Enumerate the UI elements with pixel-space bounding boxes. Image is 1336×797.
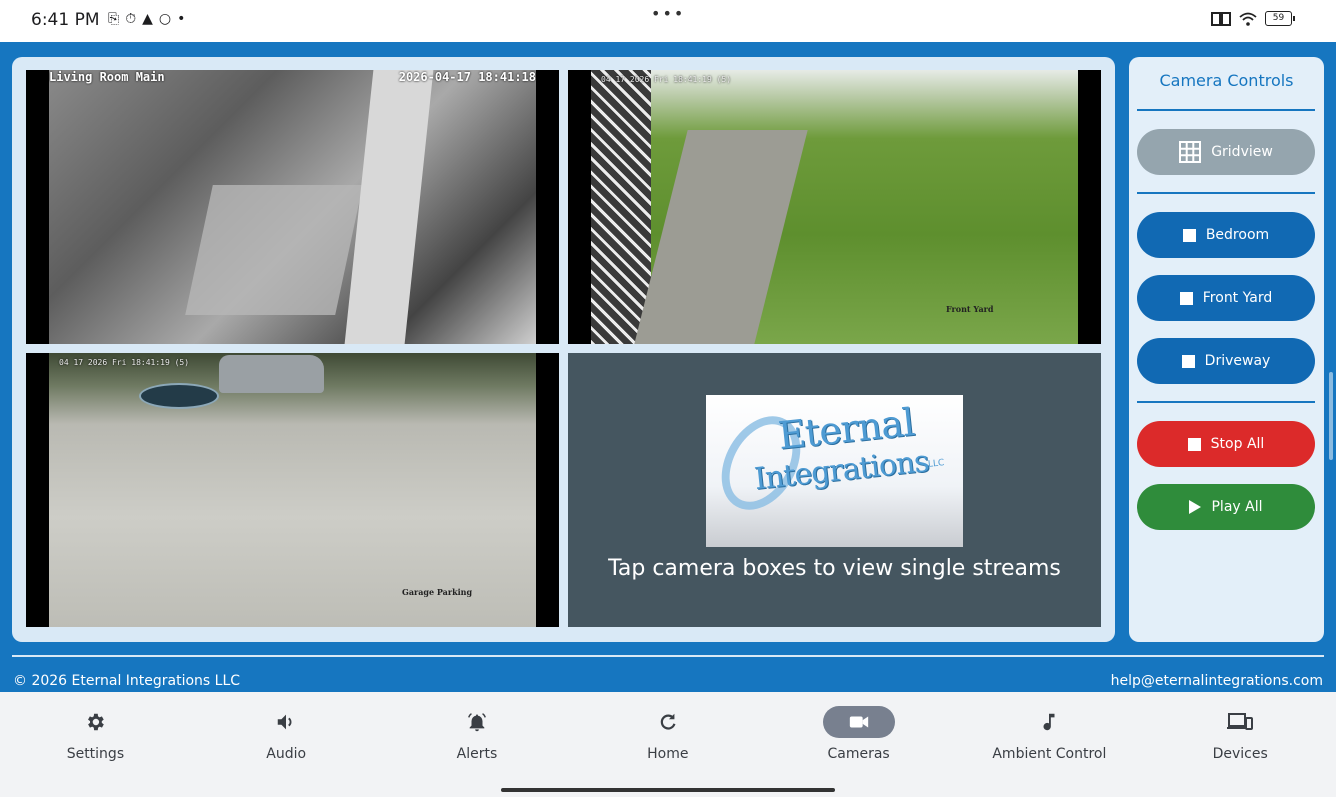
nav-item-home[interactable]: Home [572, 692, 763, 772]
stop-square-icon [1187, 437, 1201, 451]
front-yard-button[interactable]: Front Yard [1137, 275, 1315, 321]
gridview-label: Gridview [1211, 144, 1273, 160]
nav-label: Alerts [456, 746, 498, 762]
grid-icon [1179, 141, 1202, 163]
stop-all-button[interactable]: Stop All [1137, 421, 1315, 467]
driveway-button[interactable]: Driveway [1137, 338, 1315, 384]
status-right: 59 [1211, 11, 1295, 26]
nav-label: Home [647, 746, 689, 762]
camera-timestamp: 04 17 2026 Fri 18:41:19 (5) [59, 358, 190, 367]
clock: 6:41 PM [31, 10, 100, 30]
nav-item-settings[interactable]: Settings [0, 692, 191, 772]
music-note-icon [1013, 706, 1085, 738]
camera-tile-front-yard[interactable]: 04 17 2026 Fri 18:41:19 (5) Front Yard [568, 70, 1101, 344]
status-bar: 6:41 PM ⎘ ⏱ ▲ ○ • ••• 59 [0, 0, 1336, 42]
keyhole-icon: ▲ [142, 11, 153, 27]
wifi-icon [1239, 12, 1257, 26]
camera-feed-garage: 04 17 2026 Fri 18:41:19 (5) Garage Parki… [49, 353, 536, 627]
sync-icon: ○ [158, 11, 172, 27]
stop-square-icon [1179, 291, 1193, 305]
divider [1137, 109, 1315, 111]
nav-label: Audio [266, 746, 307, 762]
bell-icon [441, 706, 513, 738]
hint-text: Tap camera boxes to view single streams [608, 556, 1061, 581]
video-camera-icon [822, 706, 895, 738]
nav-item-alerts[interactable]: Alerts [382, 692, 573, 772]
bedroom-button[interactable]: Bedroom [1137, 212, 1315, 258]
play-all-button[interactable]: Play All [1137, 484, 1315, 530]
gesture-home-bar[interactable] [501, 788, 835, 792]
camera-timestamp: 2026-04-17 18:41:18 [398, 70, 536, 84]
scrollbar[interactable] [1329, 372, 1333, 460]
camera-grid: Living Room Main 2026-04-17 18:41:18 04 … [12, 57, 1115, 642]
nav-label: Devices [1212, 746, 1268, 762]
stop-square-icon [1181, 354, 1195, 368]
camera-label: Front Yard [946, 304, 994, 314]
timer-icon: ⏱ [125, 11, 137, 27]
stop-all-label: Stop All [1210, 436, 1265, 452]
nav-item-cameras[interactable]: Cameras [763, 692, 954, 772]
panel-title: Camera Controls [1159, 71, 1294, 90]
feed-detail [344, 70, 434, 344]
app-area: Living Room Main 2026-04-17 18:41:18 04 … [0, 42, 1336, 692]
gridview-button[interactable]: Gridview [1137, 129, 1315, 175]
feed-detail [634, 130, 808, 344]
camera-controls-panel: Camera Controls Gridview Bedroom Front Y… [1129, 57, 1324, 642]
speaker-icon [250, 706, 322, 738]
feed-detail [185, 185, 363, 315]
bottom-nav: Settings Audio Alerts Home Cameras Ambie… [0, 692, 1336, 797]
dual-screen-icon [1211, 11, 1231, 26]
stop-square-icon [1182, 228, 1196, 242]
camera-tile-garage[interactable]: 04 17 2026 Fri 18:41:19 (5) Garage Parki… [26, 353, 559, 627]
divider [1137, 401, 1315, 403]
bedroom-label: Bedroom [1205, 227, 1270, 243]
nav-label: Ambient Control [992, 746, 1107, 762]
logo-text: LLC [927, 458, 945, 470]
dot-icon: • [177, 11, 186, 27]
copyright: © 2026 Eternal Integrations LLC [13, 673, 241, 689]
company-logo: Eternal Integrations LLC [705, 395, 963, 547]
camera-feed-living-room: Living Room Main 2026-04-17 18:41:18 [49, 70, 536, 344]
refresh-icon [632, 706, 704, 738]
nav-item-audio[interactable]: Audio [191, 692, 382, 772]
camera-label: Garage Parking [402, 587, 473, 597]
camera-tile-living-room[interactable]: Living Room Main 2026-04-17 18:41:18 [26, 70, 559, 344]
nav-label: Settings [66, 746, 125, 762]
play-icon [1189, 500, 1202, 514]
feed-detail [591, 70, 651, 344]
more-options-icon[interactable]: ••• [651, 4, 685, 23]
nav-item-devices[interactable]: Devices [1145, 692, 1336, 772]
feed-detail [139, 383, 219, 409]
devices-icon [1204, 706, 1276, 738]
status-icons: ⎘ ⏱ ▲ ○ • [108, 11, 185, 27]
front-yard-label: Front Yard [1202, 290, 1273, 306]
camera-timestamp: 04 17 2026 Fri 18:41:19 (5) [601, 75, 732, 84]
nav-item-ambient-control[interactable]: Ambient Control [954, 692, 1145, 772]
play-all-label: Play All [1211, 499, 1263, 515]
camera-feed-front-yard: 04 17 2026 Fri 18:41:19 (5) Front Yard [591, 70, 1078, 344]
info-tile: Eternal Integrations LLC Tap camera boxe… [568, 353, 1101, 627]
cast-icon: ⎘ [108, 11, 120, 27]
divider [1137, 192, 1315, 194]
feed-detail [219, 355, 324, 393]
camera-label: Living Room Main [49, 70, 165, 84]
driveway-label: Driveway [1204, 353, 1271, 369]
gear-icon [59, 706, 131, 738]
battery-icon: 59 [1265, 11, 1295, 26]
nav-label: Cameras [827, 746, 890, 762]
support-email-link[interactable]: help@eternalintegrations.com [1111, 673, 1323, 689]
footer-divider [12, 655, 1324, 657]
